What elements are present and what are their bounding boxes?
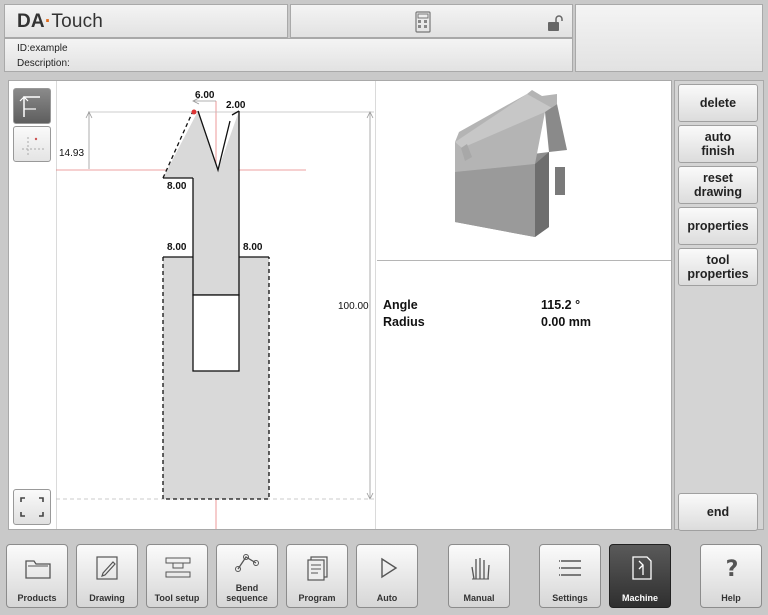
nav-tool-setup[interactable]: Tool setup bbox=[146, 544, 208, 608]
draw-profile-tool[interactable] bbox=[13, 88, 51, 124]
tool-setup-icon bbox=[165, 557, 191, 578]
dim-top-width: 6.00 bbox=[195, 90, 215, 101]
radius-label: Radius bbox=[383, 315, 425, 329]
nav-machine[interactable]: Machine bbox=[609, 544, 671, 608]
dim-total-height: 100.00 bbox=[338, 301, 369, 312]
nav-auto[interactable]: Auto bbox=[356, 544, 418, 608]
program-description: Description: bbox=[17, 58, 70, 69]
svg-text:?: ? bbox=[726, 557, 739, 581]
tool-profile-drawing[interactable] bbox=[56, 81, 376, 529]
app-logo: DA·Touch bbox=[17, 11, 104, 32]
dim-body-right: 8.00 bbox=[243, 242, 263, 253]
end-button[interactable]: end bbox=[678, 493, 758, 531]
program-icon bbox=[307, 556, 328, 581]
header-logo-panel: DA·Touch bbox=[4, 4, 288, 38]
settings-list-icon bbox=[559, 560, 581, 576]
play-icon bbox=[381, 557, 398, 579]
hand-icon bbox=[471, 558, 490, 580]
delete-button[interactable]: delete bbox=[678, 84, 758, 122]
nav-products[interactable]: Products bbox=[6, 544, 68, 608]
bend-sequence-icon bbox=[235, 554, 259, 572]
folder-icon bbox=[25, 560, 51, 579]
header-right-panel bbox=[575, 4, 763, 72]
machine-icon bbox=[632, 556, 652, 580]
dim-top-right: 2.00 bbox=[226, 100, 246, 111]
fit-screen-icon bbox=[20, 497, 44, 517]
calculator-icon[interactable] bbox=[415, 11, 431, 33]
tool-properties-button[interactable]: tool properties bbox=[678, 248, 758, 286]
nav-settings[interactable]: Settings bbox=[539, 544, 601, 608]
fit-view-button[interactable] bbox=[13, 489, 51, 525]
angle-value: 115.2 ° bbox=[541, 298, 581, 312]
angle-label: Angle bbox=[383, 298, 418, 312]
nav-manual[interactable]: Manual bbox=[448, 544, 510, 608]
dim-step-left: 8.00 bbox=[167, 181, 187, 192]
properties-button[interactable]: properties bbox=[678, 207, 758, 245]
nav-bend-sequence[interactable]: Bend sequence bbox=[216, 544, 278, 608]
radius-value: 0.00 mm bbox=[541, 315, 592, 329]
auto-finish-button[interactable]: auto finish bbox=[678, 125, 758, 163]
reset-drawing-button[interactable]: reset drawing bbox=[678, 166, 758, 204]
preview-divider bbox=[377, 260, 671, 261]
program-info-panel: ID:example Description: bbox=[4, 38, 573, 72]
dim-body-left: 8.00 bbox=[167, 242, 187, 253]
pencil-icon bbox=[96, 556, 118, 580]
unlock-icon[interactable] bbox=[546, 14, 564, 32]
profile-draw-icon bbox=[19, 96, 40, 117]
grid-axes-icon bbox=[22, 135, 44, 155]
header-center-panel bbox=[290, 4, 573, 38]
nav-program[interactable]: Program bbox=[286, 544, 348, 608]
nav-help[interactable]: ? Help bbox=[700, 544, 762, 608]
tool-3d-preview bbox=[455, 90, 567, 237]
dim-height-small: 14.93 bbox=[59, 148, 85, 159]
program-id: ID:example bbox=[17, 43, 68, 54]
help-icon: ? bbox=[726, 557, 739, 581]
grid-tool[interactable] bbox=[13, 126, 51, 162]
nav-drawing[interactable]: Drawing bbox=[76, 544, 138, 608]
